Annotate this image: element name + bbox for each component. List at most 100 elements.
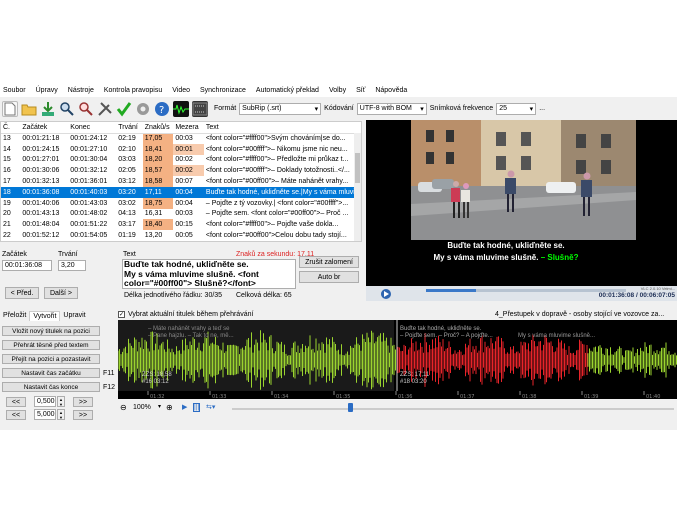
find-icon[interactable] [59,101,75,117]
col-header[interactable]: Konec [68,122,117,134]
help-icon[interactable]: ? [154,101,170,117]
play-small-icon[interactable]: ▶ [182,403,187,411]
table-cell: 00:01:24:15 [22,145,60,153]
table-row[interactable]: 20 00:01:43:13 00:01:48:02 04:13 16,31 00:03 –… [1,209,361,220]
menu-autotranslate[interactable]: Automatický překlad [256,87,319,94]
col-header[interactable]: Znaků/s [142,122,174,134]
tools-icon[interactable] [97,101,113,117]
video-player[interactable]: Buďte tak hodné, ukliďněte se. My s vámа… [366,120,677,301]
slider-thumb-icon[interactable] [348,403,353,412]
waveform-icon[interactable] [173,100,189,117]
menu-video[interactable]: Video [172,87,190,94]
table-cell: 02:19 [118,135,136,143]
arrows-icon[interactable]: ⇆▾ [206,403,215,411]
tick-label: 01:32 [150,394,164,399]
replace-icon[interactable] [78,101,94,117]
select-current-checkbox[interactable]: ✓ [118,311,125,318]
menu-help[interactable]: Nápověda [375,87,407,94]
fps-value: 25 [499,105,507,112]
tab-adjust[interactable]: Upravit [60,311,88,321]
encoding-value: UTF-8 with BOM [359,105,412,112]
table-cell: <font color="#ffff00">Svým chováním|se d… [205,135,346,143]
grid-scrollbar[interactable] [354,133,361,241]
menu-edit[interactable]: Úpravy [36,87,58,94]
table-row[interactable]: 14 00:01:24:15 00:01:27:10 02:10 18,41 00:01 <… [1,143,361,155]
step-large-input[interactable]: 5,000 [34,409,56,420]
start-time-input[interactable]: 00:01:36:08 [2,260,52,271]
fps-select[interactable]: 25 ▾ [496,102,537,115]
new-file-icon[interactable] [2,100,18,117]
set-end-button[interactable]: Nastavit čas konce [2,382,100,392]
zoom-icon[interactable]: ⊖ [120,403,127,412]
more-button[interactable]: ... [539,105,545,112]
table-row[interactable]: 15 00:01:27:01 00:01:30:04 03:03 18,20 00:02 <… [1,154,361,166]
encoding-select[interactable]: UTF-8 with BOM ▾ [356,102,427,115]
menu-options[interactable]: Volby [329,87,346,94]
table-cell: 00:03 [175,135,193,143]
auto-break-button[interactable]: Auto br [299,271,359,283]
chevron-down-icon: ▾ [314,105,319,113]
table-cell: 18,57 [142,165,174,177]
open-folder-icon[interactable] [21,101,37,117]
waveform[interactable]: 01:32 01:33 01:34 01:35 01:36 01:37 01:38 01:39… [118,320,677,399]
table-row[interactable]: 21 00:01:48:04 00:01:51:22 03:17 18,40 00:15 <… [1,219,361,231]
col-header[interactable]: Text [203,122,361,134]
step-back-large-button[interactable]: << [6,410,26,420]
columns-icon[interactable]: ||| [193,403,201,412]
f11-hint: F11 [103,370,115,377]
table-row[interactable]: 16 00:01:30:06 00:01:32:12 02:05 18,57 00:02 <… [1,165,361,177]
menu-network[interactable]: Síť [356,87,365,94]
col-header[interactable]: Č. [1,122,21,134]
zoom-in-icon[interactable]: ⊕ [166,403,173,412]
menu-sync[interactable]: Synchronizace [200,87,246,94]
spellcheck-icon[interactable] [116,101,132,117]
zoom-value[interactable]: 100% [133,404,151,411]
play-before-text-button[interactable]: Přehrát těsně před textem [2,340,100,350]
edit-panel: Začátek Trvání 00:01:36:08 3,20 Text Zna… [0,245,362,301]
prev-button[interactable]: < Před. [5,287,39,299]
menu-spellcheck[interactable]: Kontrola pravopisu [104,87,162,94]
col-header[interactable]: Mezera [173,122,204,134]
chevron-down-icon[interactable]: ▾ [158,403,161,410]
chevron-down-icon: ▾ [529,105,534,113]
tab-translate[interactable]: Přeložit [0,311,29,321]
menu-file[interactable]: Soubor [3,87,26,94]
col-header[interactable]: Začátek [20,122,69,134]
goto-pause-button[interactable]: Přejít na pozici a pozastavit [2,354,100,364]
table-cell: <font color="#00ffff">– Nikomu jsme nic … [205,145,348,153]
next-button[interactable]: Další > [44,287,78,299]
spin-icon[interactable]: ▲ ▼ [57,396,65,407]
step-small-input[interactable]: 0,500 [34,396,56,407]
tab-create[interactable]: Vytvořit [29,311,61,321]
table-cell: 00:01:43:13 [22,210,60,218]
col-header[interactable]: Trvání [116,122,143,134]
table-cell: <font color="#00ff00">– Máte nahánět vra… [205,178,349,186]
table-row[interactable]: 17 00:01:32:13 00:01:36:01 03:12 18,58 00:07 <… [1,176,361,187]
table-cell: 00:01:32:12 [70,167,108,175]
settings-icon[interactable] [135,101,151,117]
table-cell: 02:05 [118,167,136,175]
spin-icon[interactable]: ▲ ▼ [57,409,65,420]
step-forward-large-button[interactable]: >> [73,410,93,420]
insert-new-subtitle-button[interactable]: Vložit nový titulek na pozici [2,326,100,336]
save-icon[interactable] [40,101,56,117]
table-row[interactable]: 13 00:01:21:18 00:01:24:12 02:19 17,05 00:03 <… [1,133,361,144]
menu-tools[interactable]: Nástroje [68,87,94,94]
table-row[interactable]: 19 00:01:40:06 00:01:43:03 03:02 18,75 00:04 –… [1,197,361,209]
format-select[interactable]: SubRip (.srt) ▾ [239,102,322,115]
wave-position-slider[interactable] [232,408,674,410]
table-cell: 00:01:30:04 [70,156,108,164]
table-row[interactable]: 18 00:01:36:08 00:01:40:03 03:20 17,11 00:04 B… [1,186,361,198]
video-subtitle-white: My s vámа mluvime slušně. [433,253,541,262]
table-cell: 00:01:27:01 [22,156,60,164]
duration-input[interactable]: 3,20 [58,260,86,271]
video-icon[interactable] [192,100,208,117]
set-start-button[interactable]: Nastavit čas začátku [2,368,100,378]
table-row[interactable]: 22 00:01:52:12 00:01:54:05 01:19 13,20 00:05 <… [1,230,361,241]
table-cell: 14 [3,145,11,153]
step-forward-button[interactable]: >> [73,397,93,407]
subtitle-grid[interactable]: Č. Začátek Konec Trvání Znaků/s Mezera Text 13… [0,121,362,242]
step-back-button[interactable]: << [6,397,26,407]
unbreak-button[interactable]: Zrušit zalomení [299,256,359,268]
subtitle-text-editor[interactable]: Buďte tak hodné, ukliďněte se. My s vámа… [122,259,296,289]
